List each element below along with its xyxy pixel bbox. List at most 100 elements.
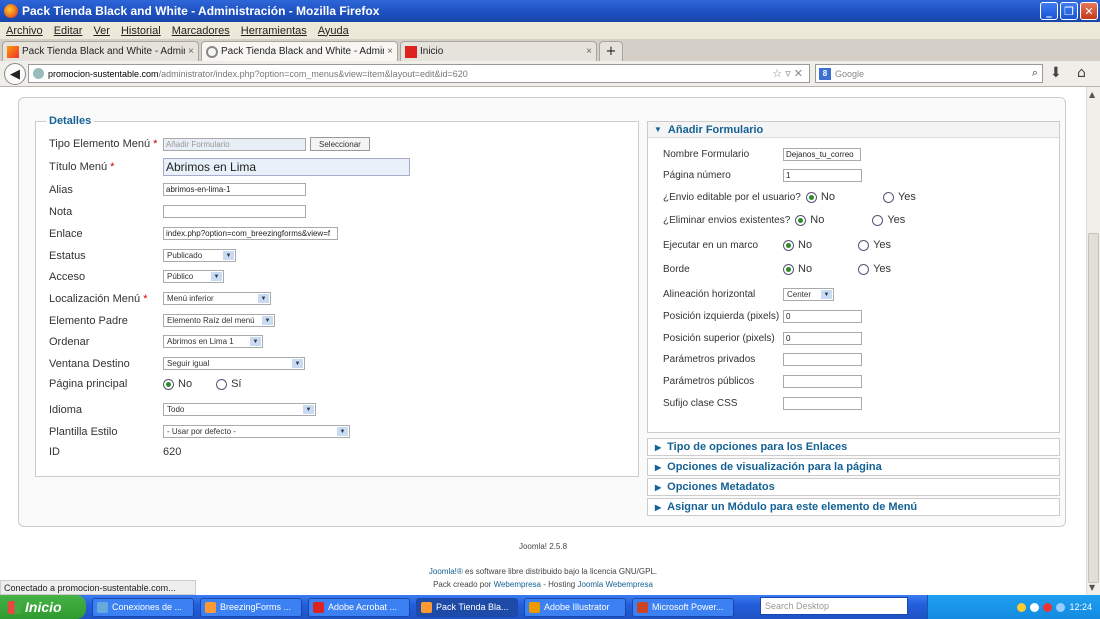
localizacion-label: Localización Menú bbox=[49, 292, 141, 305]
ventana-select[interactable]: Seguir igual ▼ bbox=[163, 357, 305, 370]
titulo-input[interactable]: Abrimos en Lima bbox=[163, 158, 410, 176]
menu-archivo[interactable]: Archivo bbox=[6, 25, 43, 37]
radio-checked-icon bbox=[805, 191, 817, 203]
tab-label: Inicio bbox=[420, 46, 444, 57]
license-text: es software libre distribuido bajo la li… bbox=[462, 567, 658, 576]
menu-historial[interactable]: Historial bbox=[121, 25, 161, 37]
localizacion-select[interactable]: Menú inferior ▼ bbox=[163, 292, 271, 305]
accordion-opciones-metadatos[interactable]: ▶ Opciones Metadatos bbox=[647, 478, 1060, 496]
menu-marcadores[interactable]: Marcadores bbox=[172, 25, 230, 37]
eliminar-yes-radio[interactable]: Yes bbox=[872, 214, 905, 226]
download-icon[interactable]: ⬇ bbox=[1050, 65, 1062, 81]
task-label: Adobe Illustrator bbox=[544, 602, 610, 612]
menu-ayuda[interactable]: Ayuda bbox=[318, 25, 349, 37]
tab-close-icon[interactable]: × bbox=[387, 46, 393, 57]
estatus-value: Publicado bbox=[167, 251, 203, 260]
start-button[interactable]: Inicio bbox=[0, 595, 86, 619]
enlace-input[interactable]: index.php?option=com_breezingforms&view=… bbox=[163, 227, 338, 240]
plantilla-label: Plantilla Estilo bbox=[49, 425, 118, 438]
bookmark-star-icon[interactable]: ☆ ▿ ✕ bbox=[772, 67, 803, 80]
radio-unchecked-icon bbox=[872, 214, 884, 226]
firefox-icon bbox=[421, 601, 432, 613]
page-scrollbar[interactable]: ▲ ▼ bbox=[1086, 87, 1100, 595]
borde-yes-radio[interactable]: Yes bbox=[858, 263, 891, 275]
system-tray: 12:24 bbox=[927, 595, 1100, 619]
search-icon[interactable]: ⌕ bbox=[1032, 67, 1038, 80]
pack-prefix: Pack creado por bbox=[433, 580, 494, 589]
taskbar-item-conexiones[interactable]: Conexiones de ... bbox=[92, 597, 194, 617]
padre-select[interactable]: Elemento Raíz del menú ▼ bbox=[163, 314, 275, 327]
estatus-select[interactable]: Publicado ▼ bbox=[163, 249, 236, 262]
tab-close-icon[interactable]: × bbox=[586, 46, 592, 57]
address-bar[interactable]: promocion-sustentable.com/administrator/… bbox=[28, 64, 810, 83]
scroll-up-icon[interactable]: ▲ bbox=[1089, 90, 1095, 99]
tray-icon[interactable] bbox=[1043, 602, 1053, 612]
acceso-select[interactable]: Público ▼ bbox=[163, 270, 224, 283]
tray-icon[interactable] bbox=[1056, 602, 1066, 612]
desktop-search-input[interactable]: Search Desktop bbox=[760, 597, 908, 615]
accordion-opciones-visualizacion[interactable]: ▶ Opciones de visualización para la págin… bbox=[647, 458, 1060, 476]
tray-icon[interactable] bbox=[1017, 602, 1027, 612]
taskbar-item-illustrator[interactable]: Adobe Illustrator bbox=[524, 597, 626, 617]
pagina-si-radio[interactable]: Sí bbox=[216, 378, 241, 390]
izq-input[interactable]: 0 bbox=[783, 310, 862, 323]
nombre-input[interactable]: Dejanos_tu_correo bbox=[783, 148, 861, 161]
tray-icon[interactable] bbox=[1030, 602, 1040, 612]
maximize-button[interactable]: ❐ bbox=[1060, 2, 1078, 20]
menu-editar[interactable]: Editar bbox=[54, 25, 83, 37]
marco-yes-radio[interactable]: Yes bbox=[858, 239, 891, 251]
alias-input[interactable]: abrimos-en-lima-1 bbox=[163, 183, 306, 196]
illustrator-icon bbox=[529, 601, 540, 613]
scrollbar-thumb[interactable] bbox=[1088, 233, 1099, 583]
privados-input[interactable] bbox=[783, 353, 862, 366]
idioma-select[interactable]: Todo ▼ bbox=[163, 403, 316, 416]
search-bar[interactable]: 8 Google ⌕ bbox=[815, 64, 1043, 83]
accordion-asignar-modulo[interactable]: ▶ Asignar un Módulo para este elemento de… bbox=[647, 498, 1060, 516]
id-value: 620 bbox=[163, 446, 182, 458]
form-options-header[interactable]: ▼ Añadir Formulario bbox=[648, 122, 1059, 138]
clock[interactable]: 12:24 bbox=[1069, 602, 1092, 612]
scroll-down-icon[interactable]: ▼ bbox=[1089, 583, 1095, 592]
new-tab-button[interactable]: + bbox=[599, 41, 623, 61]
plantilla-select[interactable]: - Usar por defecto - ▼ bbox=[163, 425, 350, 438]
taskbar-item-pack-tienda[interactable]: Pack Tienda Bla... bbox=[416, 597, 518, 617]
borde-label: Borde bbox=[663, 263, 690, 275]
ordenar-label: Ordenar bbox=[49, 335, 90, 348]
joomla-link[interactable]: Joomla!® bbox=[429, 567, 463, 576]
minimize-button[interactable]: _ bbox=[1040, 2, 1058, 20]
joomla-webempresa-link[interactable]: Joomla Webempresa bbox=[577, 580, 652, 589]
pagina-no-radio[interactable]: No bbox=[163, 378, 192, 390]
pagina-numero-input[interactable]: 1 bbox=[783, 169, 862, 182]
taskbar-item-powerpoint[interactable]: Microsoft Power... bbox=[632, 597, 734, 617]
eliminar-no-radio[interactable]: No bbox=[795, 214, 824, 226]
ordenar-select[interactable]: Abrimos en Lima 1 ▼ bbox=[163, 335, 263, 348]
envio-no-radio[interactable]: No bbox=[805, 191, 835, 203]
menu-ver[interactable]: Ver bbox=[93, 25, 110, 37]
alineacion-select[interactable]: Center ▼ bbox=[783, 288, 834, 301]
nota-input[interactable] bbox=[163, 205, 306, 218]
borde-no-radio[interactable]: No bbox=[783, 263, 812, 275]
tab-1[interactable]: Pack Tienda Black and White - Administra… bbox=[2, 41, 199, 61]
taskbar-item-breezingforms[interactable]: BreezingForms ... bbox=[200, 597, 302, 617]
tab-close-icon[interactable]: × bbox=[188, 46, 194, 57]
tab-2[interactable]: Pack Tienda Black and White - Administra… bbox=[201, 41, 398, 61]
select-type-button[interactable]: Seleccionar bbox=[310, 137, 370, 151]
tipo-input[interactable]: Añadir Formulario bbox=[163, 137, 306, 151]
accordion-tipo-opciones-enlaces[interactable]: ▶ Tipo de opciones para los Enlaces bbox=[647, 438, 1060, 456]
tab-3[interactable]: Inicio × bbox=[400, 41, 597, 61]
row-ordenar: Ordenar Abrimos en Lima 1 ▼ bbox=[49, 335, 263, 348]
taskbar-item-acrobat[interactable]: Adobe Acrobat ... bbox=[308, 597, 410, 617]
home-icon[interactable]: ⌂ bbox=[1077, 65, 1086, 81]
envio-yes-radio[interactable]: Yes bbox=[882, 191, 916, 203]
publicos-input[interactable] bbox=[783, 375, 862, 388]
back-button[interactable]: ◀ bbox=[4, 63, 26, 85]
localizacion-value: Menú inferior bbox=[167, 294, 214, 303]
radio-label: No bbox=[798, 263, 813, 275]
menu-herramientas[interactable]: Herramientas bbox=[241, 25, 307, 37]
radio-label: Sí bbox=[231, 378, 242, 390]
sufijo-input[interactable] bbox=[783, 397, 862, 410]
sup-input[interactable]: 0 bbox=[783, 332, 862, 345]
marco-no-radio[interactable]: No bbox=[783, 239, 812, 251]
close-window-button[interactable]: ✕ bbox=[1080, 2, 1098, 20]
webempresa-link[interactable]: Webempresa bbox=[494, 580, 541, 589]
